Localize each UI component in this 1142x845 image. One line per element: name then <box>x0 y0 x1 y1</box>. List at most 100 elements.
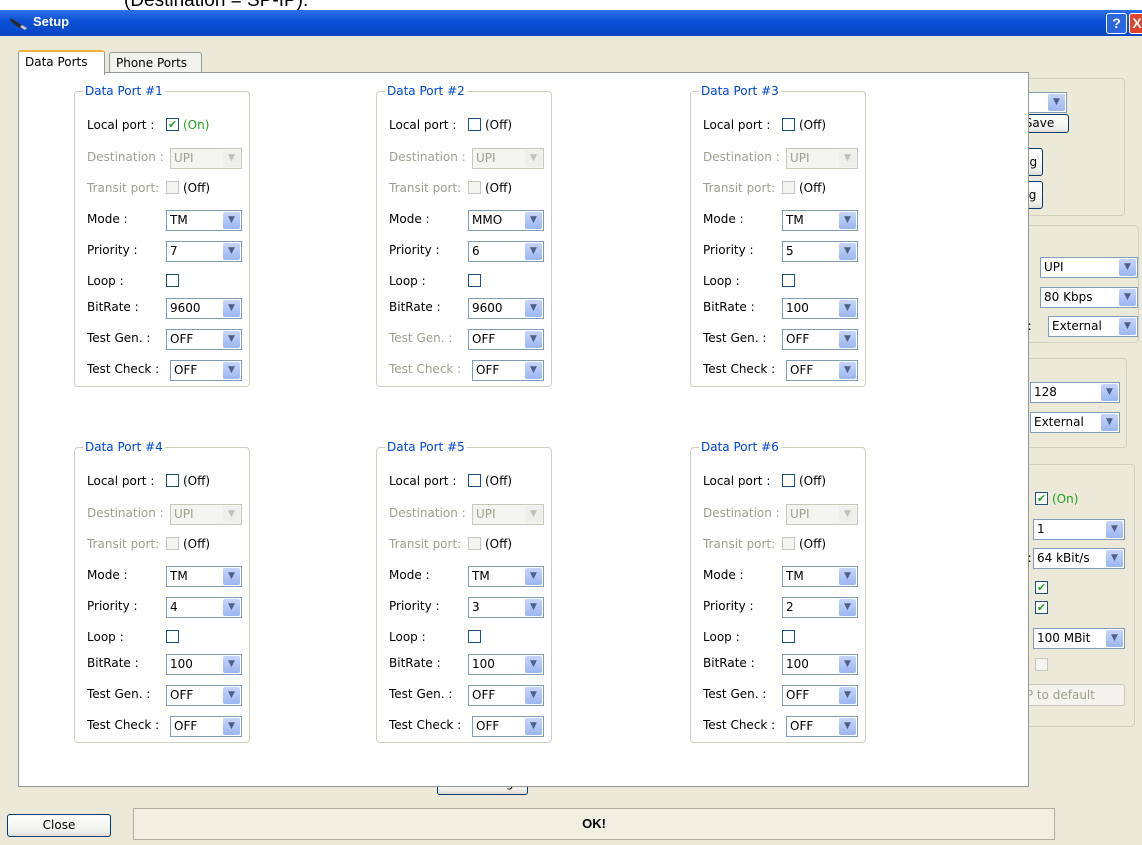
loop-checkbox[interactable] <box>782 274 795 287</box>
help-button[interactable]: ? <box>1106 13 1127 34</box>
bitrate-select[interactable]: 100 ▼ <box>468 654 544 675</box>
test-check-select[interactable]: OFF ▼ <box>786 360 858 381</box>
transit-port-label: Transit port: <box>389 181 462 195</box>
destination-label: Destination : <box>703 506 780 520</box>
destination-select-value: UPI <box>790 507 810 521</box>
priority-select[interactable]: 4 ▼ <box>166 597 242 618</box>
loop-label: Loop : <box>389 274 426 288</box>
loop-checkbox[interactable] <box>468 274 481 287</box>
bitrate-label: BitRate : <box>703 656 755 670</box>
test-gen-label: Test Gen. : <box>389 331 453 345</box>
bitrate-select[interactable]: 100 ▼ <box>782 298 858 319</box>
test-check-select[interactable]: OFF ▼ <box>786 716 858 737</box>
test-check-select[interactable]: OFF ▼ <box>472 360 544 381</box>
mode-select[interactable]: TM ▼ <box>166 566 242 587</box>
bitrate-select[interactable]: 100 ▼ <box>166 654 242 675</box>
test-check-label: Test Check : <box>703 362 776 376</box>
test-check-select[interactable]: OFF ▼ <box>170 716 242 737</box>
loop-checkbox[interactable] <box>166 274 179 287</box>
priority-select-value: 6 <box>472 244 480 258</box>
test-check-label: Test Check : <box>703 718 776 732</box>
priority-select[interactable]: 2 ▼ <box>782 597 858 618</box>
mode-label: Mode : <box>703 568 744 582</box>
destination-label: Destination : <box>703 150 780 164</box>
chevron-down-icon: ▼ <box>1106 630 1123 647</box>
state-value: (On) <box>1052 492 1079 506</box>
transit-port-label: Transit port: <box>87 537 160 551</box>
bitrate-select[interactable]: 9600 ▼ <box>468 298 544 319</box>
speed-select[interactable]: 100 MBit ▼ <box>1033 628 1125 649</box>
priority-select[interactable]: 3 ▼ <box>468 597 544 618</box>
local-port-checkbox[interactable] <box>468 474 481 487</box>
destination-select: UPI ▼ <box>786 504 858 525</box>
mode-select-value: TM <box>472 569 490 583</box>
priority-select-value: 4 <box>170 600 178 614</box>
loop-checkbox[interactable] <box>782 630 795 643</box>
mode-label: Mode : <box>87 212 128 226</box>
test-gen-select[interactable]: OFF ▼ <box>468 329 544 350</box>
local-port-checkbox[interactable]: ✔ <box>166 118 179 131</box>
transit-port-checkbox <box>166 537 179 550</box>
test-gen-label: Test Gen. : <box>389 687 453 701</box>
mode-select[interactable]: TM ▼ <box>468 566 544 587</box>
priority-label: Priority : <box>87 599 138 613</box>
data-port-group-2: Data Port #2 Local port : (Off) Destination… <box>376 84 552 387</box>
destination-select-value: UPI <box>790 151 810 165</box>
test-check-select[interactable]: OFF ▼ <box>472 716 544 737</box>
transit-port-checkbox <box>468 537 481 550</box>
priority-label: Priority : <box>389 599 440 613</box>
test-gen-select[interactable]: OFF ▼ <box>468 685 544 706</box>
bitrate-source-select[interactable]: External ▼ <box>1048 316 1138 337</box>
mode-select[interactable]: TM ▼ <box>782 566 858 587</box>
filter-checkbox[interactable]: ✔ <box>1035 601 1048 614</box>
priority-label: Priority : <box>703 599 754 613</box>
test-gen-select[interactable]: OFF ▼ <box>782 329 858 350</box>
data-port-group-1: Data Port #1 Local port : ✔ (On) Destination… <box>74 84 250 387</box>
close-button[interactable]: Close <box>7 814 111 837</box>
local-port-label: Local port : <box>87 474 155 488</box>
local-port-checkbox[interactable] <box>782 474 795 487</box>
chevron-down-icon: ▼ <box>1119 289 1136 306</box>
bitrate-select[interactable]: 9600 ▼ <box>166 298 242 319</box>
local-port-checkbox[interactable] <box>468 118 481 131</box>
chevron-down-icon: ▼ <box>223 150 240 167</box>
loop-checkbox[interactable] <box>468 630 481 643</box>
type-select-value: UPI <box>1044 260 1064 274</box>
type-select[interactable]: UPI ▼ <box>1040 257 1138 278</box>
chevron-down-icon: ▼ <box>525 331 542 348</box>
data-port-group-3: Data Port #3 Local port : (Off) Destination… <box>690 84 866 387</box>
local-port-checkbox[interactable] <box>782 118 795 131</box>
mode-select[interactable]: TM ▼ <box>166 210 242 231</box>
transit-port-label: Transit port: <box>389 537 462 551</box>
loop-checkbox[interactable] <box>166 630 179 643</box>
state-checkbox[interactable]: ✔ <box>1035 492 1048 505</box>
test-gen-select[interactable]: OFF ▼ <box>166 685 242 706</box>
priority-select[interactable]: 7 ▼ <box>166 241 242 262</box>
mode-select[interactable]: TM ▼ <box>782 210 858 231</box>
data-port-group-6: Data Port #6 Local port : (Off) Destination… <box>690 440 866 743</box>
nombitrate-select[interactable]: 64 kBit/s ▼ <box>1033 548 1125 569</box>
local-port-checkbox[interactable] <box>166 474 179 487</box>
duplex-checkbox[interactable]: ✔ <box>1035 581 1048 594</box>
bitrate-select[interactable]: 100 ▼ <box>782 654 858 675</box>
chevron-down-icon: ▼ <box>223 212 240 229</box>
clock-mode-select[interactable]: External ▼ <box>1030 412 1120 433</box>
clock-freq-select-value: 128 <box>1034 385 1057 399</box>
eth-priority-select[interactable]: 1 ▼ <box>1033 519 1125 540</box>
loop-label: Loop : <box>389 630 426 644</box>
chevron-down-icon: ▼ <box>525 243 542 260</box>
test-gen-select[interactable]: OFF ▼ <box>166 329 242 350</box>
tab-data-ports[interactable]: Data Ports <box>18 50 105 75</box>
priority-select[interactable]: 5 ▼ <box>782 241 858 262</box>
test-check-label: Test Check : <box>389 362 462 376</box>
mode-select[interactable]: MMO ▼ <box>468 210 544 231</box>
test-gen-select[interactable]: OFF ▼ <box>782 685 858 706</box>
destination-select-value: UPI <box>476 507 496 521</box>
line-bitrate-select[interactable]: 80 Kbps ▼ <box>1040 287 1138 308</box>
priority-select[interactable]: 6 ▼ <box>468 241 544 262</box>
chevron-down-icon: ▼ <box>525 656 542 673</box>
clock-freq-select[interactable]: 128 ▼ <box>1030 382 1120 403</box>
tab-phone-ports[interactable]: Phone Ports <box>109 52 202 74</box>
test-check-select[interactable]: OFF ▼ <box>170 360 242 381</box>
window-close-button[interactable]: X <box>1129 13 1142 34</box>
